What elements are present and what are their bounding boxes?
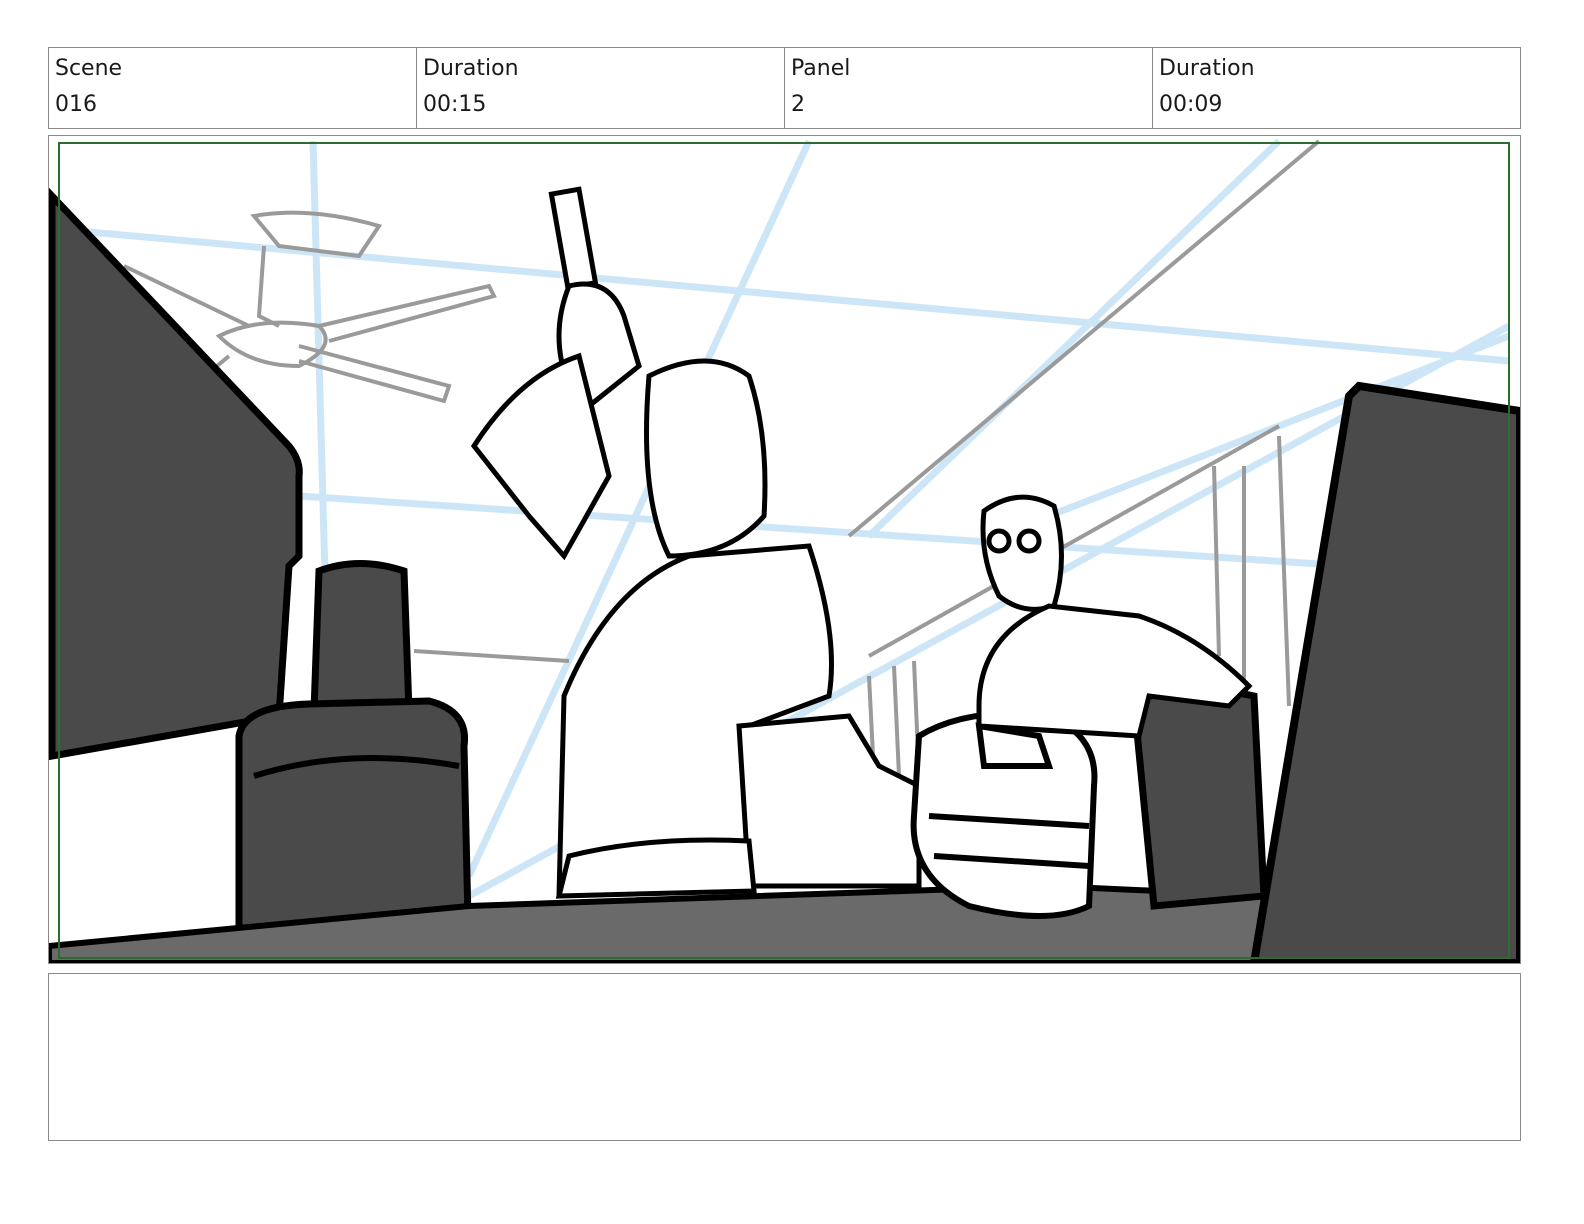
scene-duration-value: 00:15: [423, 92, 487, 117]
right-monitor: [1249, 381, 1520, 963]
panel-duration-cell: Duration 00:09: [1153, 48, 1520, 128]
scene-cell: Scene 016: [49, 48, 417, 128]
panel-cell: Panel 2: [785, 48, 1153, 128]
scene-value: 016: [55, 92, 97, 117]
panel-duration-label: Duration: [1159, 56, 1255, 81]
storyboard-sketch-image: [49, 138, 1520, 963]
panel-duration-value: 00:09: [1159, 92, 1223, 117]
panel-notes[interactable]: [48, 973, 1521, 1141]
scene-label: Scene: [55, 56, 123, 81]
panel-value: 2: [791, 92, 805, 117]
man-figure: [976, 494, 1253, 739]
woman-figure: [470, 186, 922, 899]
right-cup: [1130, 686, 1268, 910]
scene-duration-cell: Duration 00:15: [417, 48, 785, 128]
foreground-fist: [910, 710, 1098, 919]
scene-duration-label: Duration: [423, 56, 519, 81]
panel-info-header: Scene 016 Duration 00:15 Panel 2 Duratio…: [48, 47, 1521, 129]
panel-label: Panel: [791, 56, 851, 81]
storyboard-panel: [48, 135, 1521, 964]
